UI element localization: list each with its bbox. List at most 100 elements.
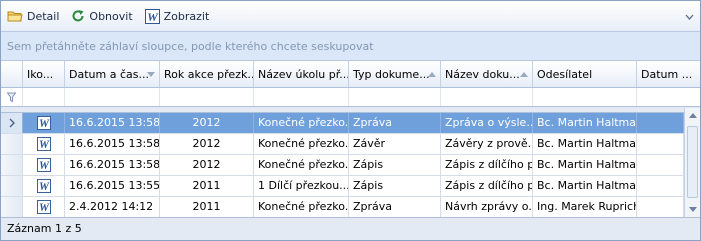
sort-descending-icon	[147, 72, 155, 77]
row-indicator[interactable]	[1, 134, 23, 154]
cell-date2	[637, 113, 684, 133]
row-indicator[interactable]	[1, 155, 23, 175]
scroll-up-icon[interactable]	[689, 113, 697, 118]
row-indicator[interactable]	[1, 113, 23, 133]
detail-label: Detail	[27, 9, 60, 23]
sort-ascending-icon	[428, 72, 436, 77]
filter-cell-task[interactable]	[254, 88, 349, 106]
group-by-hint: Sem přetáhněte záhlaví sloupce, podle kt…	[7, 40, 374, 53]
cell-doc-name: Závěry z prově...	[441, 134, 533, 154]
table-row[interactable]: W 16.6.2015 13:55 2011 1 Dílčí přezkou... Zá…	[1, 176, 700, 197]
vertical-scrollbar[interactable]	[684, 108, 700, 217]
svg-text:W: W	[147, 10, 159, 24]
row-indicator[interactable]	[1, 197, 23, 217]
cell-icon: W	[23, 197, 65, 217]
cell-task: Konečné přezko...	[254, 155, 349, 175]
filter-cell-date2[interactable]	[637, 88, 700, 106]
filter-icon[interactable]	[1, 88, 23, 106]
cell-icon: W	[23, 113, 65, 133]
cell-doc-name: Návrh zprávy o...	[441, 197, 533, 217]
filter-cell-year[interactable]	[160, 88, 254, 106]
document-grid-window: Detail Obnovit W Zobrazit Sem přetáhněte…	[0, 0, 701, 241]
current-row-arrow-icon	[9, 118, 15, 128]
column-header-doc-type[interactable]: Typ dokume...	[349, 61, 441, 87]
table-row[interactable]: W 16.6.2015 13:58 2012 Konečné přezko... Záp…	[1, 155, 700, 176]
cell-date: 16.6.2015 13:58	[65, 113, 160, 133]
cell-date: 2.4.2012 14:12	[65, 197, 160, 217]
filter-cell-doc-type[interactable]	[349, 88, 441, 106]
cell-year: 2012	[160, 155, 254, 175]
table-row[interactable]: W 16.6.2015 13:58 2012 Konečné přezko... Záv…	[1, 134, 700, 155]
word-document-icon: W	[36, 158, 51, 172]
column-header-date2[interactable]: Datum ...	[637, 61, 700, 87]
cell-sender: Bc. Martin Haltmar	[533, 134, 637, 154]
cell-doc-type: Zpráva	[349, 113, 441, 133]
cell-date: 16.6.2015 13:55	[65, 176, 160, 196]
sort-ascending-icon	[520, 72, 528, 77]
filter-cell-doc-name[interactable]	[441, 88, 533, 106]
column-header-sender[interactable]: Odesílatel	[533, 61, 637, 87]
word-document-icon: W	[36, 179, 51, 193]
cell-icon: W	[23, 134, 65, 154]
cell-task: Konečné přezko...	[254, 113, 349, 133]
table-row[interactable]: W 2.4.2012 14:12 2011 Konečné přezko... Zprá…	[1, 197, 700, 218]
group-by-panel[interactable]: Sem přetáhněte záhlaví sloupce, podle kt…	[1, 31, 700, 61]
row-indicator[interactable]	[1, 176, 23, 196]
show-button[interactable]: W Zobrazit	[144, 8, 210, 24]
grid-footer: Záznam 1 z 5	[1, 217, 700, 240]
cell-doc-type: Závěr	[349, 134, 441, 154]
cell-doc-name: Zpráva o výsle...	[441, 113, 533, 133]
toolbar: Detail Obnovit W Zobrazit	[1, 1, 700, 31]
cell-task: Konečné přezko...	[254, 134, 349, 154]
cell-date2	[637, 155, 684, 175]
record-counter: Záznam 1 z 5	[7, 222, 82, 235]
cell-sender: Bc. Martin Haltmar	[533, 176, 637, 196]
cell-task: 1 Dílčí přezkou...	[254, 176, 349, 196]
refresh-icon	[71, 9, 85, 23]
column-header-date[interactable]: Datum a čas...	[65, 61, 160, 87]
show-label: Zobrazit	[163, 9, 210, 23]
scroll-thumb[interactable]	[687, 126, 698, 198]
refresh-label: Obnovit	[89, 9, 133, 23]
cell-year: 2012	[160, 134, 254, 154]
cell-year: 2011	[160, 197, 254, 217]
cell-icon: W	[23, 176, 65, 196]
detail-button[interactable]: Detail	[7, 9, 59, 23]
cell-date: 16.6.2015 13:58	[65, 134, 160, 154]
scroll-down-icon[interactable]	[689, 207, 697, 212]
column-header-icon[interactable]: Iko...	[23, 61, 65, 87]
filter-cell-icon[interactable]	[23, 88, 65, 106]
svg-text:W: W	[39, 202, 50, 214]
data-grid: Iko... Datum a čas... Rok akce přezk... …	[1, 61, 700, 218]
cell-date: 16.6.2015 13:58	[65, 155, 160, 175]
svg-text:W: W	[39, 139, 50, 151]
cell-doc-name: Zápis z dílčího p...	[441, 176, 533, 196]
cell-year: 2011	[160, 176, 254, 196]
cell-year: 2012	[160, 113, 254, 133]
column-header-task[interactable]: Název úkolu př...	[254, 61, 349, 87]
cell-date2	[637, 197, 684, 217]
svg-text:W: W	[39, 181, 50, 193]
svg-text:W: W	[39, 160, 50, 172]
cell-doc-name: Zápis z dílčího p...	[441, 155, 533, 175]
row-indicator-header	[1, 61, 23, 87]
folder-icon	[7, 9, 23, 23]
refresh-button[interactable]: Obnovit	[71, 9, 133, 23]
cell-doc-type: Zápis	[349, 176, 441, 196]
word-document-icon: W	[36, 116, 51, 130]
column-header-year[interactable]: Rok akce přezk...	[160, 61, 254, 87]
filter-cell-date[interactable]	[65, 88, 160, 106]
column-header-doc-name[interactable]: Název doku...	[441, 61, 533, 87]
filter-row	[1, 88, 700, 107]
cell-doc-type: Zpráva	[349, 197, 441, 217]
filter-cell-sender[interactable]	[533, 88, 637, 106]
cell-icon: W	[23, 155, 65, 175]
cell-sender: Bc. Martin Haltmar	[533, 113, 637, 133]
cell-date2	[637, 176, 684, 196]
toolbar-overflow-icon[interactable]	[685, 11, 694, 24]
cell-task: Konečné přezko...	[254, 197, 349, 217]
word-document-icon: W	[36, 137, 51, 151]
word-document-icon: W	[144, 8, 160, 24]
svg-text:W: W	[39, 118, 50, 130]
table-row[interactable]: W 16.6.2015 13:58 2012 Konečné přezko... Zpr…	[1, 113, 700, 134]
